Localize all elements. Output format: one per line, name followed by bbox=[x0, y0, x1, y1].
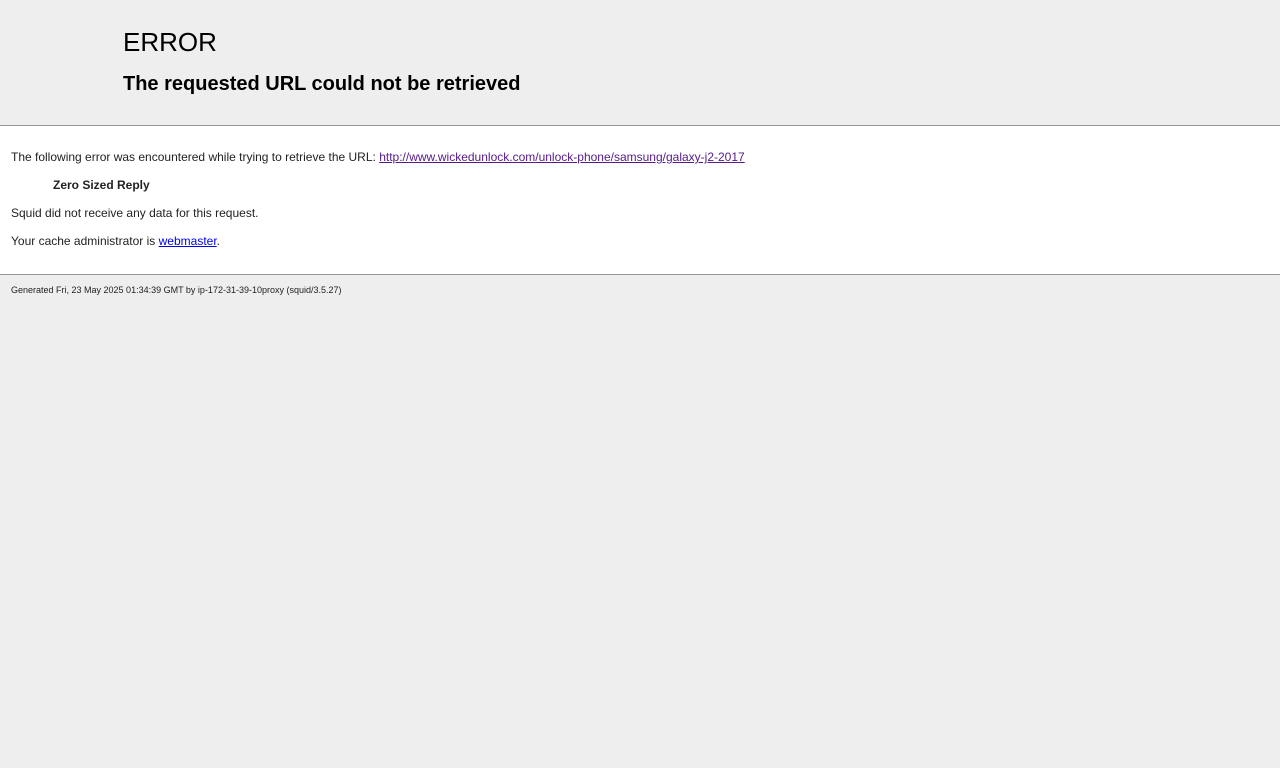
admin-suffix: . bbox=[216, 234, 221, 248]
error-description: Squid did not receive any data for this … bbox=[11, 206, 259, 220]
webmaster-link[interactable]: webmaster bbox=[159, 234, 217, 248]
admin-paragraph: Your cache administrator is webmaster. bbox=[11, 234, 1270, 248]
intro-text: The following error was encountered whil… bbox=[11, 150, 380, 164]
generated-text: Generated Fri, 23 May 2025 01:34:39 GMT … bbox=[11, 285, 342, 295]
error-content: The following error was encountered whil… bbox=[0, 126, 1280, 274]
error-header: ERROR The requested URL could not be ret… bbox=[0, 0, 1280, 125]
error-title: ERROR bbox=[123, 27, 217, 57]
error-subtitle: The requested URL could not be retrieved bbox=[123, 73, 521, 95]
intro-paragraph: The following error was encountered whil… bbox=[11, 150, 1270, 164]
error-name: Zero Sized Reply bbox=[53, 178, 150, 192]
footer: Generated Fri, 23 May 2025 01:34:39 GMT … bbox=[0, 275, 1280, 295]
requested-url-link[interactable]: http://www.wickedunlock.com/unlock-phone… bbox=[379, 150, 745, 164]
admin-prefix: Your cache administrator is bbox=[11, 234, 159, 248]
